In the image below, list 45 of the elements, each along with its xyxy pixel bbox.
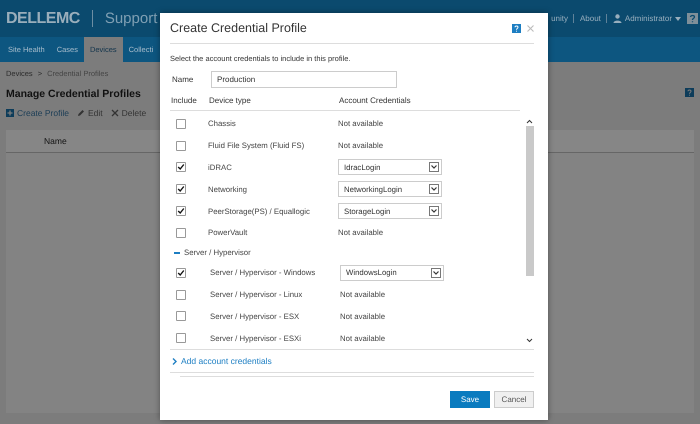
dialog-title: Create Credential Profile — [170, 21, 308, 35]
include-checkbox[interactable] — [176, 333, 186, 344]
cancel-button[interactable]: Cancel — [494, 391, 534, 408]
close-icon[interactable] — [527, 24, 534, 32]
caret-icon — [675, 16, 681, 20]
name-field[interactable]: Production — [211, 71, 397, 88]
include-checkbox[interactable] — [176, 228, 186, 238]
include-checkbox[interactable] — [176, 162, 186, 172]
column-header: Device type — [209, 96, 251, 104]
help-icon[interactable] — [685, 88, 694, 97]
include-checkbox[interactable] — [176, 206, 186, 216]
user-icon — [612, 14, 622, 23]
name-label: Name — [171, 75, 194, 84]
page-title: Manage Credential Profiles — [6, 88, 141, 100]
column-header: Account Credentials — [339, 96, 411, 104]
save-button[interactable]: Save — [450, 391, 490, 408]
pencil-icon — [76, 109, 85, 117]
help-icon[interactable] — [512, 24, 521, 32]
plus-icon — [6, 109, 14, 117]
chevron-right-icon — [172, 358, 177, 364]
collapse-icon — [174, 252, 180, 254]
scroll-down-icon[interactable] — [526, 338, 533, 343]
include-checkbox[interactable] — [176, 290, 186, 300]
dropdown-caret-icon — [429, 184, 439, 194]
add-credentials-link[interactable]: Add account credentials — [170, 350, 272, 372]
scroll-up-icon[interactable] — [526, 119, 533, 124]
dropdown-caret-icon — [429, 162, 439, 172]
include-checkbox[interactable] — [176, 140, 186, 151]
include-checkbox[interactable] — [176, 118, 186, 129]
edit-button[interactable]: Edit — [76, 108, 103, 118]
dropdown-caret-icon — [429, 206, 439, 216]
user-menu[interactable]: Administrator — [624, 14, 672, 23]
include-checkbox[interactable] — [176, 268, 186, 278]
delete-button[interactable]: Delete — [110, 108, 146, 118]
dropdown-caret-icon — [431, 268, 441, 278]
product-name: Support — [92, 10, 158, 27]
create-profile-button[interactable]: Create Profile — [6, 108, 69, 118]
delete-icon — [110, 109, 119, 117]
header-link[interactable]: About — [580, 14, 607, 23]
include-checkbox[interactable] — [176, 184, 186, 194]
brand-logo: DELLEMC — [6, 10, 80, 28]
help-icon[interactable] — [687, 13, 698, 24]
column-header: Include — [171, 96, 197, 104]
header-link[interactable]: unity — [551, 14, 574, 23]
include-checkbox[interactable] — [176, 311, 186, 322]
